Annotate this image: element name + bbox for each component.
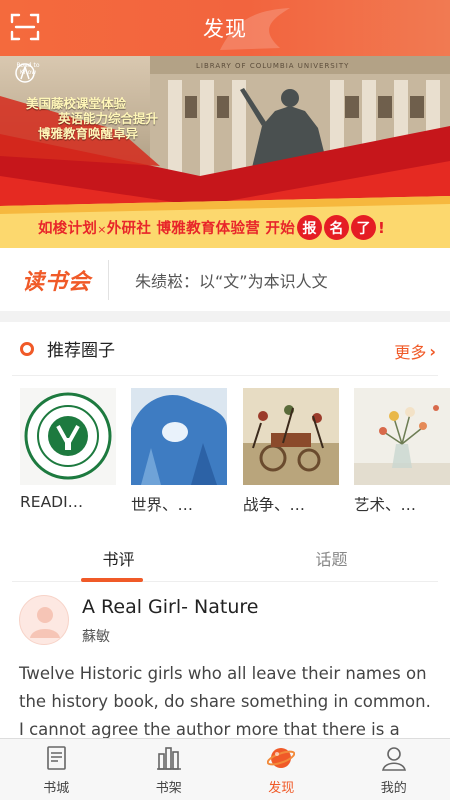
promo-banner[interactable]: Road to Know LIBRARY OF COLUMBIA UNIVERS… (0, 56, 450, 248)
review-author: 蘇敏 (82, 629, 110, 645)
banner-exclamation: ! (378, 218, 385, 237)
section-title: 推荐圈子 (47, 341, 115, 361)
banner-architecture-text: LIBRARY OF COLUMBIA UNIVERSITY (196, 62, 350, 70)
dragon-decoration-icon (220, 8, 290, 50)
circle-thumbnail (243, 388, 339, 485)
ice-arch-icon (131, 388, 227, 485)
banner-line: 美国藤校课堂体验 (26, 96, 127, 111)
shelf-icon (156, 747, 181, 770)
circle-name: 战争、… (243, 496, 306, 514)
bottom-nav: 书城 书架 发现 我的 (0, 738, 450, 800)
chevron-right-icon: › (429, 341, 436, 361)
ring-icon (20, 341, 34, 356)
banner-badge: 了 (351, 215, 377, 240)
tab-book-review[interactable]: 书评 (12, 534, 225, 582)
circle-thumbnail (20, 388, 116, 485)
app-root: 发现 Road to Know LIBRARY OF COLUMBIA UNIV… (0, 0, 450, 800)
content-tabs: 书评 话题 (12, 534, 438, 582)
banner-line: 英语能力综合提升 (58, 111, 159, 126)
reading-club-headline[interactable]: 朱绩崧：以“文”为本识人文 (109, 268, 328, 292)
university-seal-icon (20, 388, 116, 485)
battle-painting-icon (243, 388, 339, 485)
recommended-circles-section: 推荐圈子 更多 › READI… 世界、… 战争、… 艺术、… (0, 322, 450, 524)
circle-card[interactable]: READI… (20, 388, 116, 511)
nav-item-bookstore[interactable]: 书城 (0, 739, 113, 800)
circle-cards: READI… 世界、… 战争、… 艺术、… (20, 388, 450, 518)
reading-club-row[interactable]: 读书会 朱绩崧：以“文”为本识人文 (0, 248, 450, 311)
circle-name: 世界、… (131, 496, 194, 514)
nav-label: 书架 (155, 781, 182, 796)
nav-item-profile[interactable]: 我的 (338, 739, 450, 800)
circle-thumbnail (354, 388, 450, 485)
user-avatar-icon (30, 607, 60, 638)
circle-card[interactable]: 世界、… (131, 388, 227, 515)
book-icon (47, 746, 67, 770)
more-label: 更多 (394, 343, 427, 362)
review-body: Twelve Historic girls who all leave thei… (19, 664, 431, 738)
more-link[interactable]: 更多 › (394, 339, 436, 363)
banner-cta-part: 如梭计划 (38, 221, 98, 237)
flower-vase-icon (354, 388, 450, 485)
avatar[interactable] (19, 595, 69, 645)
nav-item-discover[interactable]: 发现 (225, 739, 338, 800)
nav-label: 我的 (380, 781, 407, 796)
section-header: 推荐圈子 更多 › (12, 322, 438, 376)
circle-name: 艺术、… (354, 496, 417, 514)
banner-slogan: 美国藤校课堂体验 英语能力综合提升 博雅教育唤醒卓异 (26, 96, 159, 141)
nav-label: 发现 (268, 781, 295, 796)
scan-icon[interactable] (10, 12, 40, 42)
tab-topics[interactable]: 话题 (225, 534, 438, 581)
banner-cta: 如梭计划×外研社 博雅教育体验营 开始 报 名 了 ! (0, 207, 450, 248)
planet-icon (267, 748, 296, 768)
nav-item-bookshelf[interactable]: 书架 (113, 739, 226, 800)
profile-icon (381, 747, 406, 771)
top-bar: 发现 (0, 0, 450, 56)
banner-cta-part: 外研社 博雅教育体验营 开始 (106, 221, 296, 237)
circle-thumbnail (131, 388, 227, 485)
banner-badge: 名 (324, 215, 350, 240)
banner-logo: Road to Know (14, 62, 42, 83)
banner-badge: 报 (297, 215, 323, 240)
circle-card[interactable]: 战争、… (243, 388, 339, 515)
road-logo-icon (15, 63, 35, 83)
banner-cta-x: × (97, 223, 107, 236)
nav-label: 书城 (43, 781, 70, 796)
circle-card[interactable]: 艺术、… (354, 388, 450, 515)
review-item[interactable]: A Real Girl- Nature 蘇敏 Twelve Historic g… (0, 582, 450, 738)
banner-line: 博雅教育唤醒卓异 (38, 126, 139, 141)
circle-name: READI… (20, 493, 84, 511)
banner-cta-text: 如梭计划×外研社 博雅教育体验营 开始 (38, 217, 295, 238)
review-title[interactable]: A Real Girl- Nature (82, 596, 258, 618)
reading-club-logo: 读书会 (22, 269, 92, 295)
